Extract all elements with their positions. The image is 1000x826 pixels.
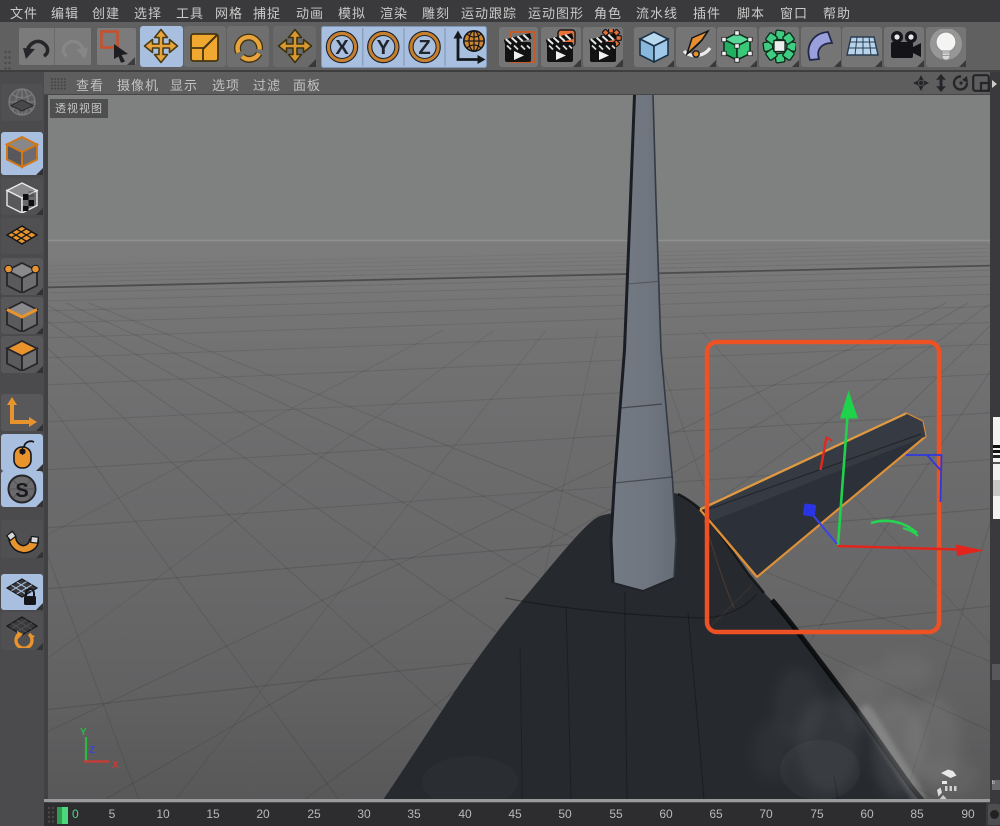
svg-text:S: S [15, 480, 28, 502]
svg-text:Y: Y [80, 727, 87, 738]
svg-text:X: X [335, 37, 349, 59]
svg-text:Y: Y [377, 37, 391, 59]
svg-text:Z: Z [418, 37, 430, 59]
svg-text:X: X [112, 760, 119, 771]
svg-text:Z: Z [89, 745, 95, 756]
